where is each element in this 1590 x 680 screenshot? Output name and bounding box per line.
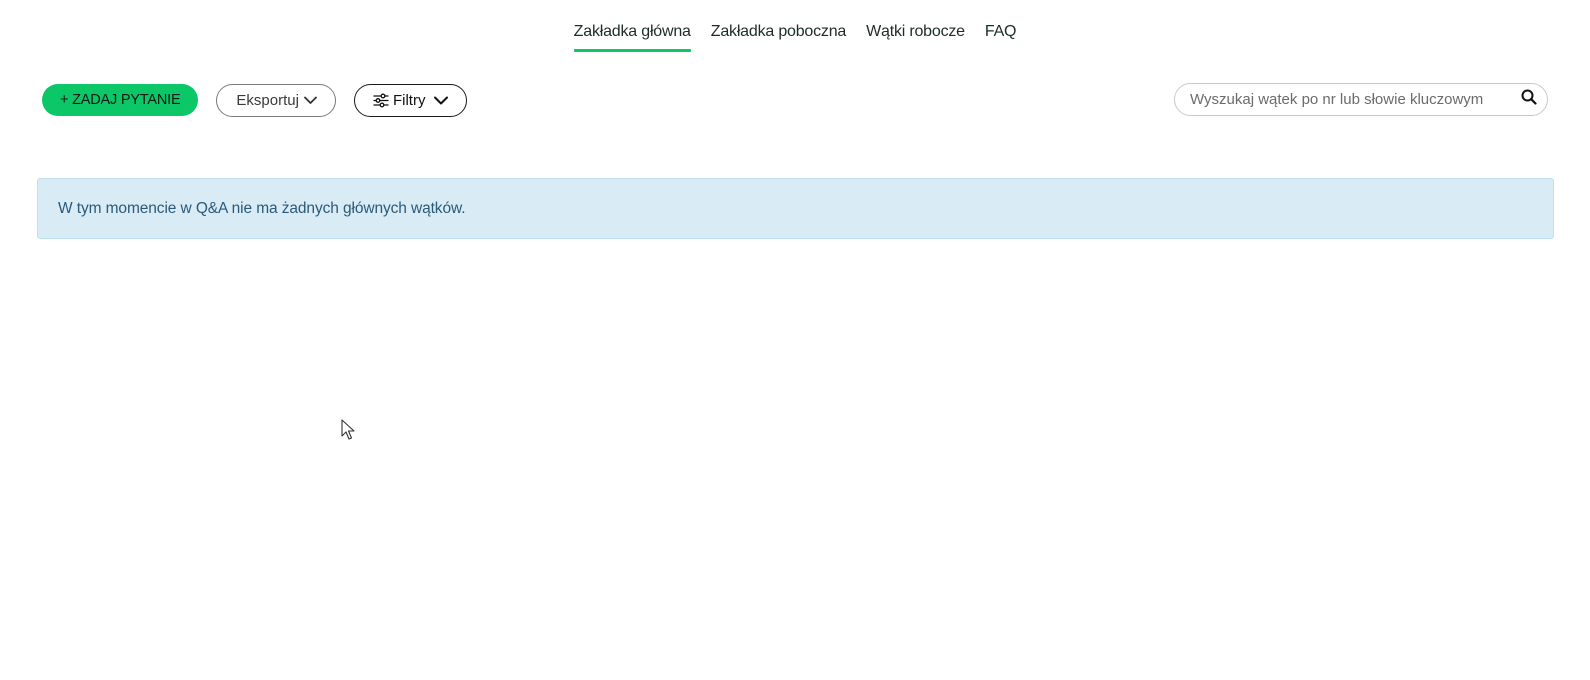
chevron-down-icon xyxy=(434,96,449,105)
export-dropdown-button[interactable]: Eksportuj xyxy=(216,83,336,117)
search-icon[interactable] xyxy=(1521,89,1537,110)
search-input[interactable] xyxy=(1188,90,1515,109)
mouse-cursor-icon xyxy=(341,419,355,446)
chevron-down-icon xyxy=(304,96,317,105)
tab-secondary[interactable]: Zakładka poboczna xyxy=(711,0,847,52)
filters-dropdown-button[interactable]: Filtry xyxy=(353,83,468,117)
filters-label: Filtry xyxy=(392,91,426,109)
tab-bar: Zakładka główna Zakładka poboczna Wątki … xyxy=(0,0,1590,60)
toolbar: + ZADAJ PYTANIE Eksportuj Filtry xyxy=(42,83,468,117)
alert-message: W tym momencie w Q&A nie ma żadnych głów… xyxy=(58,199,466,217)
tab-faq[interactable]: FAQ xyxy=(985,0,1017,52)
ask-question-button[interactable]: + ZADAJ PYTANIE xyxy=(42,84,199,116)
tab-main[interactable]: Zakładka główna xyxy=(573,0,691,52)
sliders-icon xyxy=(373,93,389,108)
export-label: Eksportuj xyxy=(236,91,299,109)
search-box xyxy=(1174,83,1548,116)
empty-state-alert: W tym momencie w Q&A nie ma żadnych głów… xyxy=(37,178,1554,239)
tab-drafts[interactable]: Wątki robocze xyxy=(866,0,965,52)
